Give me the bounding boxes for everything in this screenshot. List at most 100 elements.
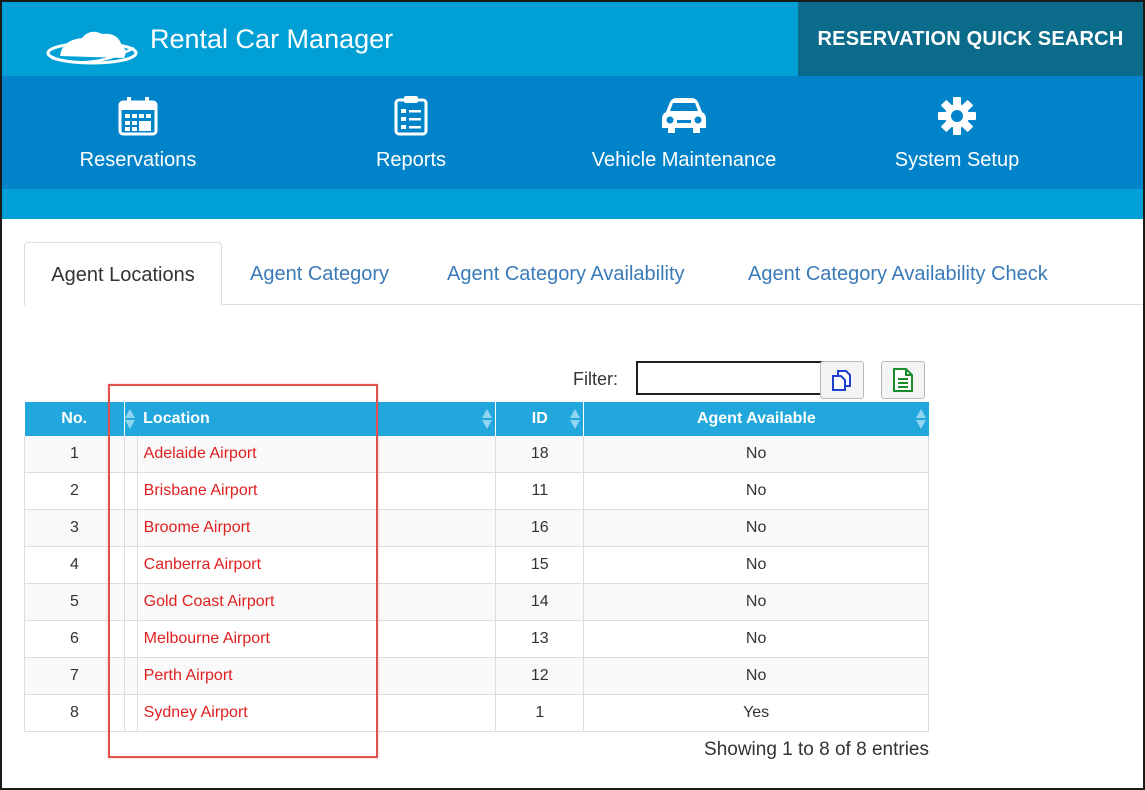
- table-row: 7 Perth Airport 12 No: [24, 657, 929, 695]
- table-row: 2 Brisbane Airport 11 No: [24, 472, 929, 510]
- cell-id: 14: [495, 583, 585, 621]
- table-row: 1 Adelaide Airport 18 No: [24, 436, 929, 473]
- cell-no: 2: [24, 472, 125, 510]
- column-header-id[interactable]: ID: [495, 402, 585, 436]
- location-link[interactable]: Melbourne Airport: [144, 630, 270, 647]
- tab-agent-category-availability[interactable]: Agent Category Availability: [447, 242, 685, 304]
- cell-id: 11: [495, 472, 585, 510]
- cell-no: 3: [24, 509, 125, 547]
- cell-id: 1: [495, 694, 585, 732]
- cell-location: Perth Airport: [137, 657, 497, 695]
- location-link[interactable]: Adelaide Airport: [144, 445, 257, 462]
- cell-spacer: [124, 436, 138, 473]
- location-link[interactable]: Brisbane Airport: [144, 482, 258, 499]
- tab-agent-locations[interactable]: Agent Locations: [24, 242, 222, 306]
- nav-item-reservations[interactable]: Reservations: [18, 76, 258, 189]
- sort-arrows-icon: [915, 409, 926, 429]
- sub-bar: [2, 189, 1143, 219]
- cell-no: 7: [24, 657, 125, 695]
- cell-agent-available: No: [583, 436, 929, 473]
- tab-agent-category-availability-check[interactable]: Agent Category Availability Check: [748, 242, 1048, 304]
- column-header-no[interactable]: No.: [24, 402, 125, 436]
- filter-input[interactable]: [636, 361, 824, 395]
- cell-no: 8: [24, 694, 125, 732]
- cell-location: Sydney Airport: [137, 694, 497, 732]
- app-title: Rental Car Manager: [150, 24, 394, 54]
- sort-arrows-icon: [124, 409, 135, 429]
- tab-bar: Agent Locations Agent Category Agent Cat…: [24, 242, 1143, 306]
- column-header-agent-available[interactable]: Agent Available: [583, 402, 929, 436]
- cell-id: 13: [495, 620, 585, 658]
- cell-id: 12: [495, 657, 585, 695]
- agent-locations-table: No. Location ID Agent Available 1 Adelai…: [24, 402, 929, 732]
- entries-info: Showing 1 to 8 of 8 entries: [704, 739, 929, 760]
- location-link[interactable]: Broome Airport: [144, 519, 251, 536]
- cell-id: 16: [495, 509, 585, 547]
- tab-agent-category[interactable]: Agent Category: [250, 242, 389, 304]
- cell-agent-available: No: [583, 657, 929, 695]
- cell-location: Broome Airport: [137, 509, 497, 547]
- cell-no: 4: [24, 546, 125, 584]
- copy-button[interactable]: [820, 361, 864, 399]
- nav-item-vehicle-maintenance[interactable]: Vehicle Maintenance: [564, 76, 804, 189]
- table-row: 3 Broome Airport 16 No: [24, 509, 929, 547]
- table-header-row: No. Location ID Agent Available: [24, 402, 929, 436]
- location-link[interactable]: Sydney Airport: [144, 704, 248, 721]
- cell-spacer: [124, 509, 138, 547]
- app-window: Rental Car Manager RESERVATION QUICK SEA…: [0, 0, 1145, 790]
- cell-id: 18: [495, 436, 585, 473]
- column-label: No.: [61, 410, 88, 427]
- column-header-location[interactable]: Location: [137, 402, 497, 436]
- column-label: Agent Available: [696, 410, 816, 427]
- cell-location: Adelaide Airport: [137, 436, 497, 473]
- column-label: Location: [143, 410, 210, 427]
- cell-location: Brisbane Airport: [137, 472, 497, 510]
- cell-location: Canberra Airport: [137, 546, 497, 584]
- sort-cell[interactable]: [124, 402, 138, 436]
- table-row: 6 Melbourne Airport 13 No: [24, 620, 929, 658]
- table-row: 4 Canberra Airport 15 No: [24, 546, 929, 584]
- cell-no: 5: [24, 583, 125, 621]
- cell-agent-available: Yes: [583, 694, 929, 732]
- nav-label: Reports: [375, 149, 447, 171]
- cell-spacer: [124, 472, 138, 510]
- cell-spacer: [124, 583, 138, 621]
- checklist-icon: [394, 96, 428, 136]
- nav-label: Vehicle Maintenance: [591, 149, 777, 171]
- cell-spacer: [124, 657, 138, 695]
- cell-spacer: [124, 620, 138, 658]
- cell-location: Melbourne Airport: [137, 620, 497, 658]
- car-icon: [662, 98, 706, 133]
- filter-label: Filter:: [573, 369, 618, 389]
- location-link[interactable]: Canberra Airport: [144, 556, 261, 573]
- export-excel-button[interactable]: [881, 361, 925, 399]
- cell-no: 1: [24, 436, 125, 473]
- gear-icon: [938, 97, 976, 135]
- table-body: 1 Adelaide Airport 18 No 2 Brisbane Airport 11…: [24, 436, 929, 732]
- column-label: ID: [531, 410, 548, 427]
- cell-spacer: [124, 694, 138, 732]
- nav-item-reports[interactable]: Reports: [291, 76, 531, 189]
- cell-agent-available: No: [583, 583, 929, 621]
- spreadsheet-icon: [893, 368, 913, 392]
- nav-label: System Setup: [894, 149, 1020, 171]
- cell-location: Gold Coast Airport: [137, 583, 497, 621]
- table-row: 8 Sydney Airport 1 Yes: [24, 694, 929, 732]
- nav-item-system-setup[interactable]: System Setup: [837, 76, 1077, 189]
- reservation-quick-search-button[interactable]: RESERVATION QUICK SEARCH: [798, 2, 1143, 76]
- cell-agent-available: No: [583, 546, 929, 584]
- sort-arrows-icon: [482, 409, 493, 429]
- cell-agent-available: No: [583, 509, 929, 547]
- nav-label: Reservations: [79, 149, 197, 171]
- table-row: 5 Gold Coast Airport 14 No: [24, 583, 929, 621]
- copy-icon: [832, 370, 851, 391]
- sort-arrows-icon: [570, 409, 581, 429]
- location-link[interactable]: Gold Coast Airport: [144, 593, 275, 610]
- cell-id: 15: [495, 546, 585, 584]
- cell-spacer: [124, 546, 138, 584]
- cell-agent-available: No: [583, 620, 929, 658]
- location-link[interactable]: Perth Airport: [144, 667, 233, 684]
- calendar-icon: [118, 97, 158, 136]
- top-bar: Rental Car Manager RESERVATION QUICK SEA…: [2, 2, 1143, 76]
- cell-agent-available: No: [583, 472, 929, 510]
